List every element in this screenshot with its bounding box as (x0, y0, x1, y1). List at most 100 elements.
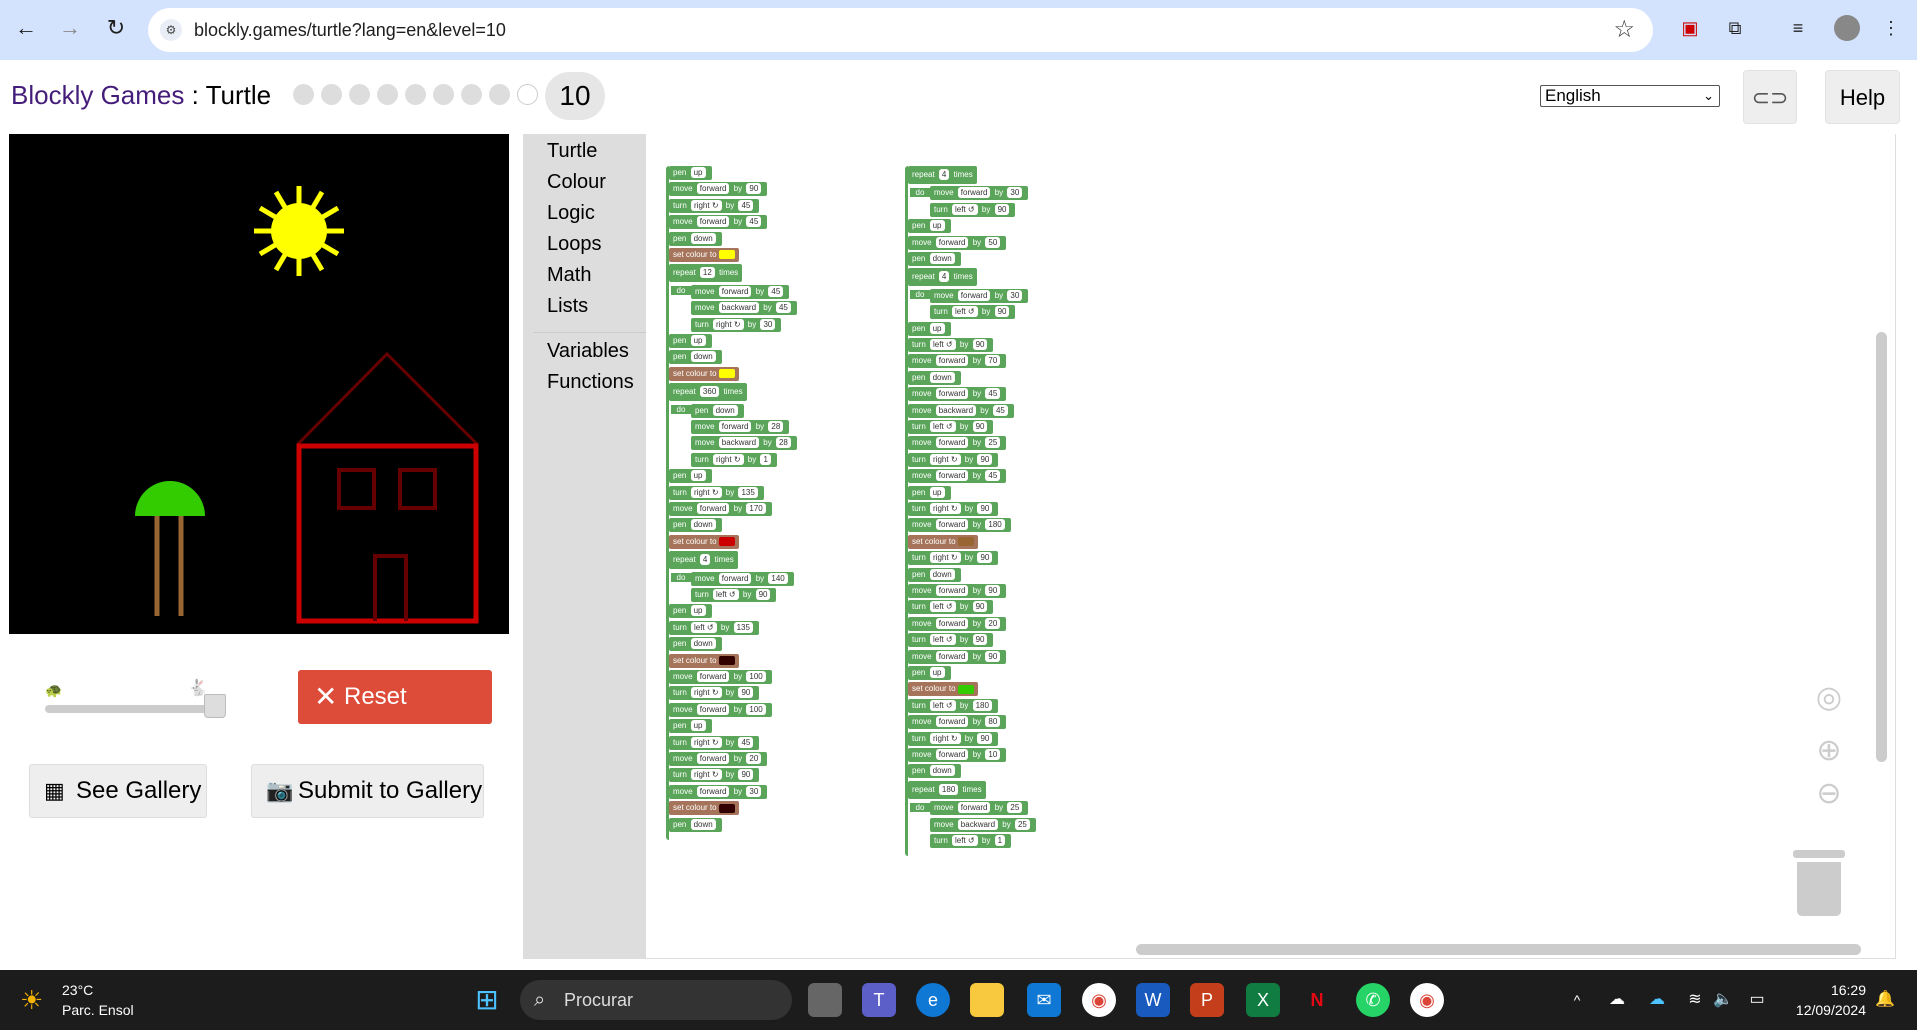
number-input[interactable]: 4 (938, 271, 950, 283)
chrome-profile-icon[interactable]: ◉ (1410, 983, 1444, 1017)
pen-state-dropdown[interactable]: down (929, 568, 955, 580)
direction-dropdown[interactable]: forward (935, 355, 969, 367)
number-input[interactable]: 45 (985, 470, 1001, 482)
direction-dropdown[interactable]: left ↺ (930, 339, 956, 350)
pen-state-dropdown[interactable]: up (690, 605, 706, 617)
direction-dropdown[interactable]: right ↻ (691, 769, 722, 781)
block-pen[interactable]: pen up (908, 485, 951, 500)
see-gallery-button[interactable]: ▦ See Gallery (29, 764, 207, 818)
block-turn[interactable]: turn right ↻ by 135 (669, 485, 764, 500)
block-move[interactable]: move forward by 25 (930, 801, 1029, 816)
block-colour[interactable]: set colour to (669, 248, 739, 262)
number-input[interactable]: 45 (775, 302, 791, 314)
extension-icon[interactable]: ▣ (1677, 15, 1703, 41)
direction-dropdown[interactable]: forward (696, 216, 730, 228)
block-move[interactable]: move forward by 70 (908, 354, 1007, 369)
teams-icon[interactable]: T (862, 983, 896, 1017)
colour-swatch[interactable] (957, 537, 974, 547)
block-turn[interactable]: turn left ↺ by 90 (908, 633, 994, 648)
word-icon[interactable]: W (1136, 983, 1170, 1017)
netflix-icon[interactable]: N (1300, 983, 1334, 1017)
pen-state-dropdown[interactable]: up (929, 667, 945, 678)
direction-dropdown[interactable]: left ↺ (930, 421, 956, 432)
number-input[interactable]: 90 (985, 650, 1001, 662)
pen-state-dropdown[interactable]: down (712, 404, 738, 416)
toolbox-category-loops[interactable]: Loops (547, 233, 602, 256)
task-view-icon[interactable] (808, 983, 842, 1017)
powerpoint-icon[interactable]: P (1190, 983, 1224, 1017)
app-name-link[interactable]: Blockly Games (11, 80, 184, 110)
number-input[interactable]: 90 (977, 552, 993, 564)
block-turn[interactable]: turn right ↻ by 30 (691, 317, 782, 332)
block-turn[interactable]: turn left ↺ by 1 (930, 834, 1012, 848)
number-input[interactable]: 140 (768, 572, 788, 584)
number-input[interactable]: 135 (738, 486, 758, 498)
block-turn[interactable]: turn right ↻ by 90 (669, 768, 760, 783)
direction-dropdown[interactable]: left ↺ (952, 835, 978, 846)
direction-dropdown[interactable]: forward (718, 285, 752, 297)
direction-dropdown[interactable]: forward (957, 289, 991, 301)
block-pen[interactable]: pen up (669, 604, 712, 619)
notification-bell-icon[interactable]: 🔔 (1868, 983, 1902, 1017)
number-input[interactable]: 25 (985, 437, 1001, 449)
number-input[interactable]: 12 (699, 267, 715, 279)
number-input[interactable]: 4 (938, 169, 950, 180)
block-repeat[interactable]: repeat 12 times (669, 264, 743, 283)
block-move[interactable]: move forward by 10 (908, 748, 1007, 762)
toolbox-category-logic[interactable]: Logic (547, 202, 595, 225)
speed-slider[interactable] (45, 705, 215, 713)
number-input[interactable]: 1 (994, 835, 1006, 846)
level-dot-9[interactable] (517, 84, 538, 105)
windows-start-icon[interactable]: ⊞ (470, 983, 504, 1017)
block-repeat[interactable]: repeat 4 times (669, 551, 738, 570)
direction-dropdown[interactable]: backward (957, 818, 999, 830)
pen-state-dropdown[interactable]: up (929, 322, 945, 334)
block-pen[interactable]: pen up (669, 166, 712, 180)
block-turn[interactable]: turn right ↻ by 90 (908, 452, 999, 467)
number-input[interactable]: 20 (746, 753, 762, 764)
block-move[interactable]: move forward by 45 (669, 215, 768, 230)
direction-dropdown[interactable]: right ↻ (713, 453, 744, 465)
block-pen[interactable]: pen down (669, 231, 722, 246)
number-input[interactable]: 50 (985, 236, 1001, 248)
direction-dropdown[interactable]: backward (718, 437, 760, 449)
number-input[interactable]: 80 (985, 716, 1001, 728)
onedrive-icon[interactable]: ☁ (1600, 983, 1634, 1017)
block-colour[interactable]: set colour to (669, 366, 739, 381)
number-input[interactable]: 25 (1007, 802, 1023, 814)
file-explorer-icon[interactable] (970, 983, 1004, 1017)
direction-dropdown[interactable]: forward (957, 802, 991, 814)
block-move[interactable]: move forward by 100 (669, 702, 772, 717)
block-pen[interactable]: pen down (669, 817, 722, 832)
number-input[interactable]: 70 (985, 355, 1001, 367)
number-input[interactable]: 10 (985, 749, 1001, 760)
pen-state-dropdown[interactable]: up (929, 486, 945, 498)
zoom-out-icon[interactable]: ⊖ (1809, 776, 1849, 811)
language-select[interactable]: English ⌄ (1540, 85, 1720, 107)
block-turn[interactable]: turn right ↻ by 90 (908, 551, 999, 566)
block-pen[interactable]: pen down (908, 252, 961, 266)
colour-swatch[interactable] (718, 655, 735, 665)
block-colour[interactable]: set colour to (669, 801, 739, 816)
pen-state-dropdown[interactable]: up (929, 220, 945, 232)
block-move[interactable]: move forward by 45 (691, 284, 790, 299)
help-button[interactable]: Help (1825, 70, 1900, 124)
block-move[interactable]: move forward by 100 (669, 670, 772, 684)
number-input[interactable]: 100 (746, 671, 766, 682)
direction-dropdown[interactable]: forward (696, 183, 730, 195)
block-move[interactable]: move forward by 180 (908, 518, 1011, 533)
number-input[interactable]: 90 (972, 421, 988, 432)
number-input[interactable]: 30 (760, 318, 776, 330)
block-turn[interactable]: turn right ↻ by 45 (669, 198, 760, 213)
reset-button[interactable]: ✕ Reset (298, 670, 492, 724)
colour-swatch[interactable] (718, 250, 735, 260)
level-dot-3[interactable] (349, 84, 370, 105)
direction-dropdown[interactable]: right ↻ (930, 503, 961, 514)
block-turn[interactable]: turn left ↺ by 180 (908, 698, 998, 713)
block-move[interactable]: move forward by 90 (908, 649, 1007, 664)
number-input[interactable]: 90 (977, 732, 993, 744)
direction-dropdown[interactable]: forward (957, 187, 991, 199)
menu-kebab-icon[interactable]: ⋮ (1878, 15, 1904, 41)
direction-dropdown[interactable]: right ↻ (930, 453, 961, 465)
block-pen[interactable]: pen up (908, 321, 951, 336)
